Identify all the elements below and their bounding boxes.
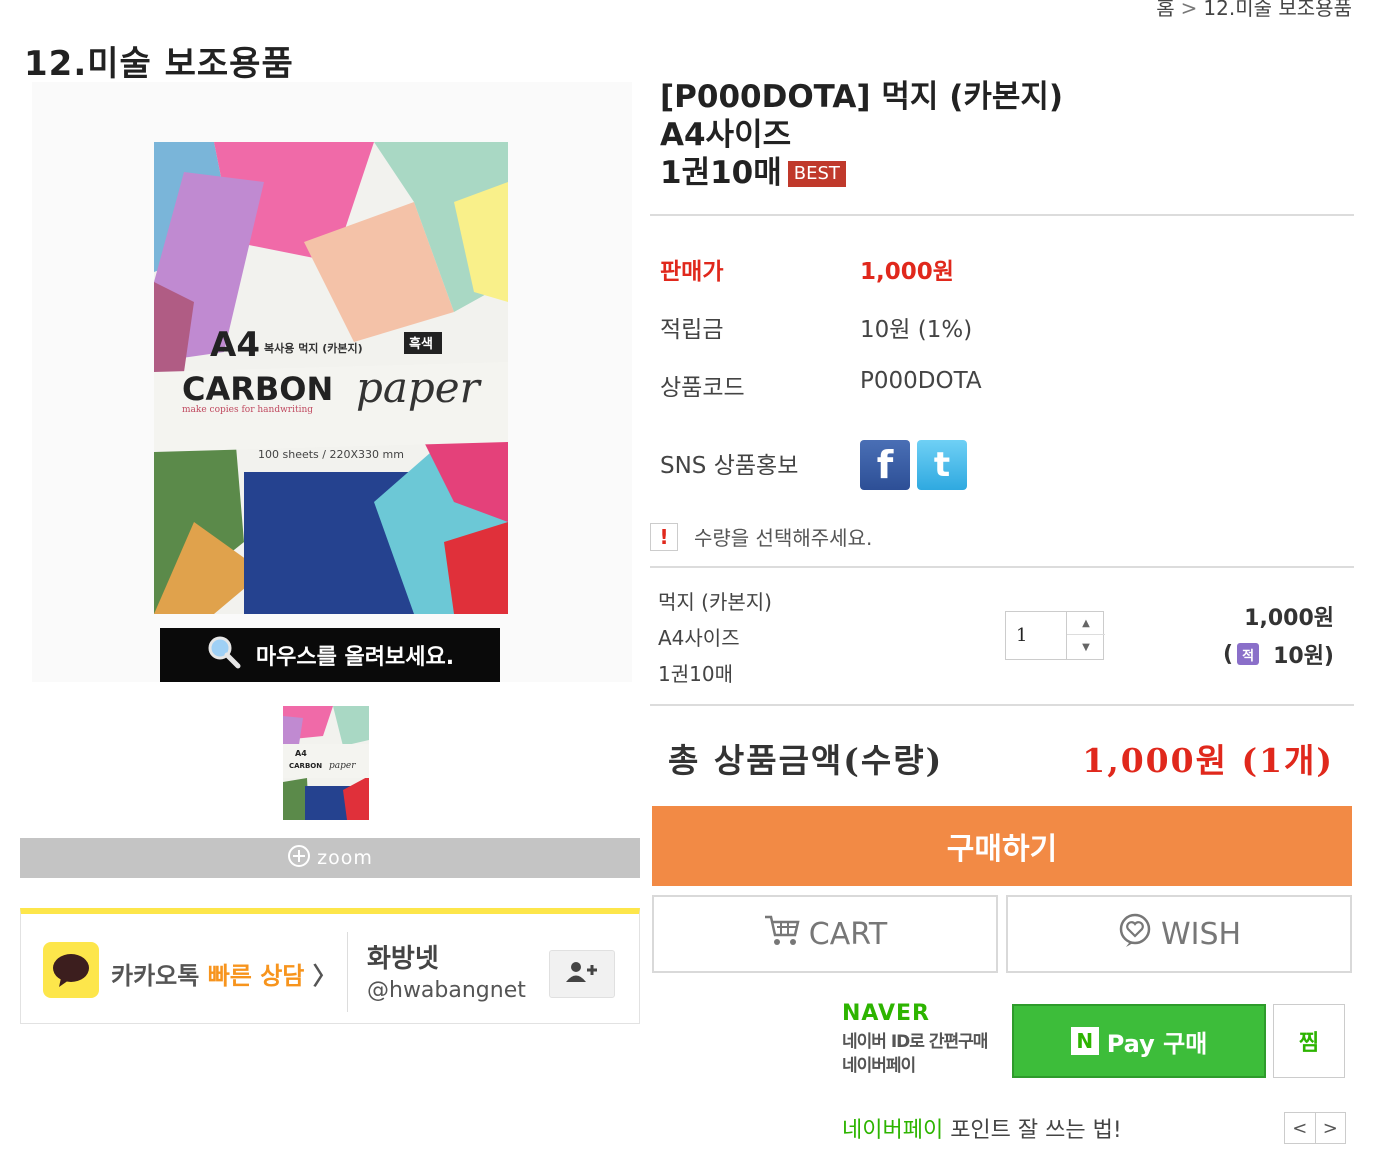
facebook-icon[interactable]: f <box>860 440 910 490</box>
option-line2: A4사이즈 <box>658 626 740 650</box>
naver-logo: NAVER <box>842 1001 930 1026</box>
option-mileage: (적 10원) <box>1223 638 1334 670</box>
zoom-hint-bar: 마우스를 올려보세요. <box>160 628 500 682</box>
cart-icon <box>763 913 801 955</box>
kakao-talk-icon <box>43 942 99 998</box>
quantity-notice: ! 수량을 선택해주세요. <box>650 522 872 551</box>
wish-label: WISH <box>1160 916 1242 952</box>
wish-button[interactable]: WISH <box>1006 895 1352 973</box>
sns-row: SNS 상품홍보 <box>660 446 798 480</box>
quantity-stepper[interactable]: ▲ ▼ <box>1005 611 1105 660</box>
divider <box>650 704 1354 706</box>
product-thumbnail[interactable]: A4 CARBON paper <box>283 706 369 820</box>
product-code-label: 상품코드 <box>660 375 745 401</box>
option-line3: 1권10매 <box>658 662 733 686</box>
image-text-sheets: 100 sheets / 220X330 mm <box>258 448 404 461</box>
kakao-label-fast: 빠른 상담 <box>207 962 305 990</box>
image-text-paper: paper <box>356 363 483 412</box>
quantity-up-button[interactable]: ▲ <box>1067 612 1105 635</box>
product-code-value: P000DOTA <box>860 368 982 394</box>
naver-tip-rest: 포인트 잘 쓰는 법! <box>943 1118 1122 1143</box>
option-mileage-value: 10원) <box>1273 644 1334 669</box>
warning-icon: ! <box>650 522 678 551</box>
add-user-icon <box>565 961 599 987</box>
product-main-image[interactable]: A4 복사용 먹지 (카본지) 흑색 CARBON paper make cop… <box>32 82 632 682</box>
best-badge: BEST <box>787 161 846 187</box>
zoom-label: zoom <box>317 847 373 869</box>
kakao-label-arrow: 〉 <box>304 962 337 990</box>
breadcrumb-home[interactable]: 홈 <box>1156 0 1174 20</box>
add-friend-button[interactable] <box>549 950 615 998</box>
svg-text:CARBON: CARBON <box>289 762 322 770</box>
cart-label: CART <box>808 916 888 952</box>
svg-text:A4: A4 <box>295 749 307 758</box>
plus-circle-icon <box>287 844 311 873</box>
naver-zzim-button[interactable]: 찜 <box>1273 1004 1345 1078</box>
breadcrumb-separator: > <box>1180 0 1198 20</box>
svg-text:paper: paper <box>329 761 356 771</box>
twitter-icon[interactable]: t <box>917 440 967 490</box>
total-label: 총 상품금액(수량) <box>668 741 944 780</box>
kakao-label-prefix: 카카오톡 <box>111 962 208 990</box>
notice-text: 수량을 선택해주세요. <box>694 526 873 550</box>
selected-option-name: 먹지 (카본지) A4사이즈 1권10매 <box>658 584 772 692</box>
option-mileage-open: ( <box>1223 641 1234 667</box>
chevron-right-icon[interactable]: > <box>1316 1113 1346 1143</box>
naver-pay-label: Pay 구매 <box>1106 1029 1208 1058</box>
price-row: 판매가 1,000원 <box>660 252 954 286</box>
zoom-hint-text: 마우스를 올려보세요. <box>255 645 455 670</box>
quantity-down-button[interactable]: ▼ <box>1067 636 1105 659</box>
kakao-consult-link[interactable]: 카카오톡 빠른 상담 〉 <box>111 956 337 991</box>
kakao-divider <box>347 932 348 1012</box>
zoom-button[interactable]: zoom <box>20 838 640 878</box>
breadcrumb-current[interactable]: 12.미술 보조용품 <box>1203 0 1352 20</box>
price-value: 1,000원 <box>860 259 954 285</box>
option-line1: 먹지 (카본지) <box>658 590 772 614</box>
image-text-tagline: make copies for handwriting <box>182 405 313 415</box>
buy-now-button[interactable]: 구매하기 <box>652 806 1352 886</box>
option-price: 1,000원 <box>1244 606 1334 631</box>
kakao-channel-id: @hwabangnet <box>367 978 526 1003</box>
category-title: 12.미술 보조용품 <box>24 44 294 84</box>
naver-n-icon: N <box>1070 1027 1099 1055</box>
image-text-color-tag: 흑색 <box>409 336 433 352</box>
tip-pager: < > <box>1284 1112 1346 1144</box>
mileage-badge-icon: 적 <box>1237 643 1260 665</box>
naver-description: 네이버 ID로 간편구매 네이버페이 <box>842 1030 988 1078</box>
quantity-input[interactable] <box>1006 612 1066 659</box>
divider <box>650 566 1354 568</box>
total-value: 1,000원 (1개) <box>1082 741 1334 780</box>
heart-chat-icon <box>1117 912 1153 956</box>
mileage-label: 적립금 <box>660 317 724 343</box>
product-name: [P000DOTA] 먹지 (카본지) A4사이즈 1권10매 BEST <box>660 78 1063 192</box>
naver-desc-line1: 네이버 ID로 간편구매 <box>842 1032 988 1052</box>
kakao-channel-name: 화방넷 <box>367 944 439 974</box>
chevron-left-icon[interactable]: < <box>1285 1113 1316 1143</box>
naver-tip-green: 네이버페이 <box>842 1118 944 1143</box>
sns-label: SNS 상품홍보 <box>660 453 799 479</box>
naver-desc-line2: 네이버페이 <box>842 1056 916 1076</box>
naver-pay-button[interactable]: N Pay 구매 <box>1012 1004 1266 1078</box>
mileage-row: 적립금 10원 (1%) <box>660 310 972 344</box>
kakao-consult-box[interactable]: 카카오톡 빠른 상담 〉 화방넷 @hwabangnet <box>20 908 640 1024</box>
image-text-carbon: CARBON <box>182 370 333 408</box>
cart-button[interactable]: CART <box>652 895 998 973</box>
product-name-line3: 1권10매 <box>660 155 782 191</box>
product-code-row: 상품코드 P000DOTA <box>660 368 982 402</box>
magnifier-icon <box>206 634 242 676</box>
quantity-buttons: ▲ ▼ <box>1066 612 1105 659</box>
mileage-value: 10원 (1%) <box>860 317 973 343</box>
breadcrumb: 홈 >12.미술 보조용품 <box>1156 0 1352 21</box>
divider <box>650 214 1354 216</box>
image-text-a4: A4 <box>210 325 260 365</box>
naver-pay-tip-link[interactable]: 네이버페이 포인트 잘 쓰는 법! <box>842 1112 1122 1144</box>
price-label: 판매가 <box>660 259 724 285</box>
image-text-subtitle: 복사용 먹지 (카본지) <box>264 341 363 355</box>
product-name-line1: [P000DOTA] 먹지 (카본지) <box>660 79 1064 115</box>
product-name-line2: A4사이즈 <box>660 117 792 153</box>
